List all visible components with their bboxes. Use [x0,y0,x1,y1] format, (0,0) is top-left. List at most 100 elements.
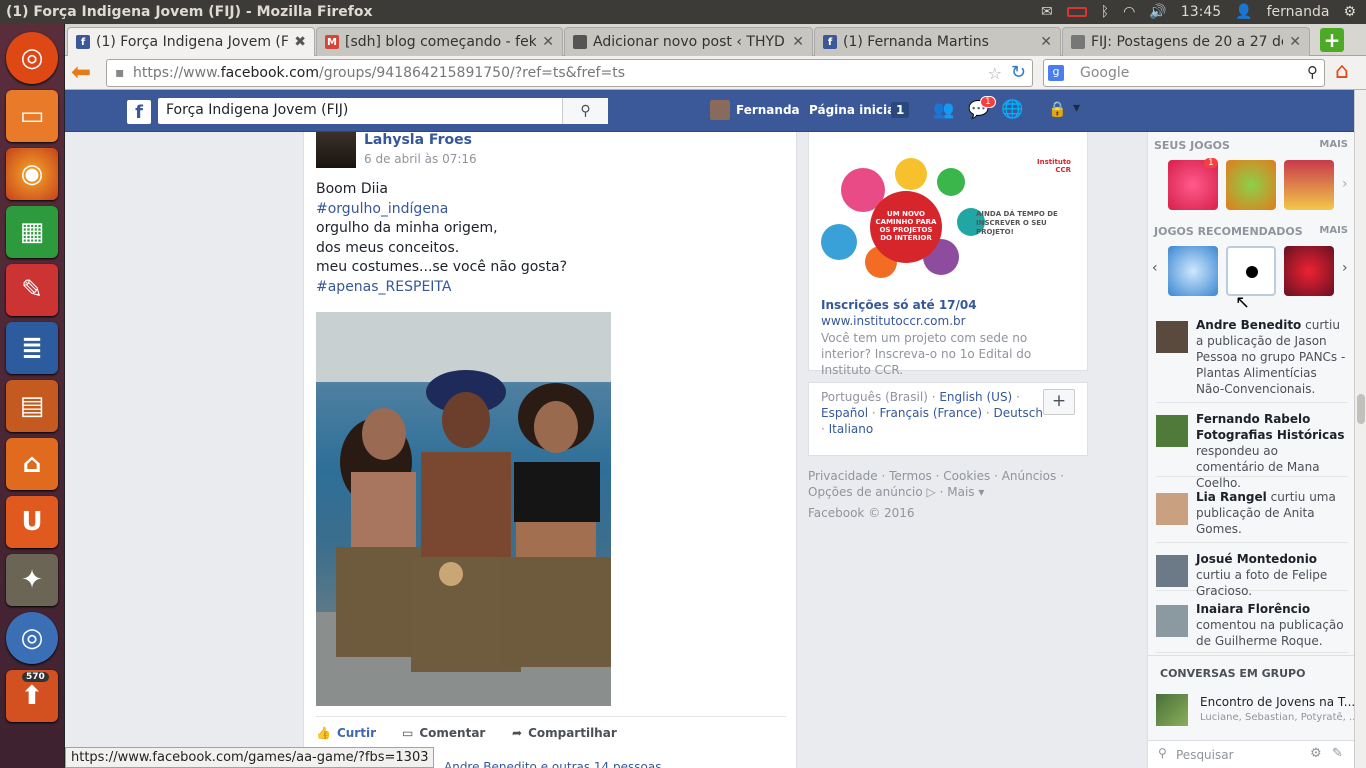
hashtag-link[interactable]: #orgulho_indígena [316,200,567,220]
privacy-shortcuts-icon[interactable]: 🔒 [1048,100,1067,118]
tab-sdh-blog[interactable]: M [sdh] blog começando - fek... ✕ [316,27,563,56]
ad-banner[interactable]: UM NOVO CAMINHO PARA OS PROJETOS DO INTE… [821,152,1075,285]
footer-link[interactable]: Anúncios [1002,469,1057,483]
footer-link[interactable]: Privacidade [808,469,878,483]
home-link[interactable]: Página inicial [809,103,899,117]
software-center-icon[interactable]: ⌂ [6,438,58,490]
ticker-item[interactable]: Fernando Rabelo Fotografias Históricas r… [1156,411,1348,490]
chat-search-bar[interactable]: ⚲ Pesquisar ⚙ ✎ [1148,740,1354,768]
post-photo[interactable] [316,312,611,706]
impress-icon[interactable]: ▤ [6,380,58,432]
language-french[interactable]: Français (France) [880,406,983,420]
tab-adicionar-post[interactable]: Adicionar novo post ‹ THYD... ✕ [564,27,813,56]
footer-link[interactable]: Cookies [943,469,990,483]
tab-fernanda-martins[interactable]: f (1) Fernanda Martins ✕ [814,27,1061,56]
comment-button[interactable]: ▭ Comentar [402,726,485,740]
back-arrow-icon[interactable]: ⬅ [71,60,99,86]
zuma-game-icon[interactable] [1226,160,1276,210]
reload-icon[interactable]: ↻ [1011,62,1026,83]
bluetooth-icon[interactable]: ᛒ [1101,4,1109,20]
share-button[interactable]: ➦ Compartilhar [512,726,617,740]
ad-url[interactable]: www.institutoccr.com.br [821,314,966,328]
facebook-logo-icon[interactable]: f [127,100,151,124]
chat-search-input[interactable]: Pesquisar [1176,748,1234,762]
millionaire-city-icon[interactable] [1284,160,1334,210]
chevron-right-icon[interactable]: › [1342,176,1348,192]
language-german[interactable]: Deutsch [994,406,1043,420]
user-name[interactable]: fernanda [1267,4,1330,20]
new-message-icon[interactable]: ✎ [1332,746,1343,761]
footer-link[interactable]: Termos [889,469,932,483]
hashtag-link[interactable]: #apenas_RESPEITA [316,278,567,298]
tab-forca-indigena[interactable]: f (1) Força Indigena Jovem (FIJ) ✖ [67,27,315,56]
profile-link[interactable]: Fernanda [736,103,800,117]
facebook-search-input[interactable]: Força Indigena Jovem (FIJ) [158,98,608,124]
gimp-icon[interactable]: ✦ [6,554,58,606]
battery-icon[interactable] [1066,7,1087,17]
angry-birds-friends-icon[interactable] [1284,246,1334,296]
language-english[interactable]: English (US) [939,390,1012,404]
author-avatar[interactable] [316,132,356,168]
wordpress-favicon-icon [573,35,587,49]
home-count-badge: 1 [891,102,910,118]
ticker-item[interactable]: Inaiara Florêncio comentou na publicação… [1156,601,1348,653]
search-icon[interactable]: ⚲ [1307,63,1318,81]
tab-fij-postagens[interactable]: FIJ: Postagens de 20 a 27 de... ✕ [1062,27,1310,56]
post-date[interactable]: 6 de abril às 07:16 [364,152,477,166]
user-icon[interactable]: 👤 [1235,4,1252,20]
facebook-search-button[interactable]: ⚲ [562,98,608,124]
notifications-globe-icon[interactable]: 🌐 [1001,99,1023,120]
avatar [1156,555,1188,587]
my-games-more-link[interactable]: MAIS [1319,139,1348,150]
close-tab-icon[interactable]: ✖ [294,34,306,50]
close-tab-icon[interactable]: ✕ [792,34,804,50]
like-button[interactable]: 👍 Curtir [316,726,376,740]
recommended-more-link[interactable]: MAIS [1319,225,1348,236]
ad-title[interactable]: Inscrições só até 17/04 [821,298,977,312]
search-engine-field[interactable]: g Google ⚲ [1043,59,1325,87]
power-icon[interactable]: ⚙ [1343,4,1356,20]
add-language-button[interactable]: + [1043,389,1075,415]
chromium-icon[interactable]: ◎ [6,612,58,664]
ubuntu-dash-icon[interactable]: ◎ [6,32,58,84]
calc-icon[interactable]: ▦ [6,206,58,258]
language-spanish[interactable]: Español [821,406,868,420]
footer-link[interactable]: Mais [947,485,974,499]
language-italian[interactable]: Italiano [829,422,874,436]
home-icon[interactable]: ⌂ [1335,59,1349,84]
page-scrollbar[interactable] [1354,90,1366,768]
clock[interactable]: 13:45 [1181,4,1221,20]
update-manager-icon[interactable]: ⬆ 570 [6,670,58,722]
url-bar[interactable]: ▪ https://www. facebook.com/groups/941864… [106,59,1033,87]
chevron-right-icon[interactable]: › [1342,260,1348,276]
close-tab-icon[interactable]: ✕ [542,34,554,50]
bookmark-star-icon[interactable]: ☆ [988,64,1002,83]
post-author[interactable]: Lahysla Froes [364,132,472,148]
likers-summary[interactable]: Andre Benedito e outras 14 pessoas [444,760,661,768]
files-icon[interactable]: ▭ [6,90,58,142]
mail-icon[interactable]: ✉ [1041,4,1053,20]
ticker-item[interactable]: Lia Rangel curtiu uma publicação de Anit… [1156,489,1348,543]
settings-icon[interactable]: ✎ [6,264,58,316]
group-chat-item[interactable]: Encontro de Jovens na T... Luciane, Seba… [1156,694,1354,728]
avatar[interactable] [710,100,730,120]
google-logo-icon[interactable]: g [1048,65,1064,81]
new-tab-button[interactable]: + [1320,28,1344,52]
ticker-item[interactable]: Andre Benedito curtiu a publicação de Ja… [1156,317,1348,403]
chevron-left-icon[interactable]: ‹ [1152,260,1158,276]
wifi-icon[interactable]: ◠ [1123,4,1135,20]
scrollbar-thumb[interactable] [1357,394,1365,424]
friend-requests-icon[interactable]: 👥 [933,100,954,120]
ubuntu-one-icon[interactable]: U [6,496,58,548]
writer-icon[interactable]: ≣ [6,322,58,374]
volume-icon[interactable]: 🔊 [1149,4,1166,20]
footer-link[interactable]: Opções de anúncio [808,485,923,499]
frozen-game-icon[interactable] [1168,246,1218,296]
firefox-icon[interactable]: ◉ [6,148,58,200]
chat-settings-icon[interactable]: ⚙ [1310,746,1322,761]
account-menu-icon[interactable]: ▾ [1073,100,1080,116]
aa-game-icon[interactable] [1226,246,1276,296]
ticker-item[interactable]: Josué Montedonio curtiu a foto de Felipe… [1156,551,1348,598]
close-tab-icon[interactable]: ✕ [1289,34,1301,50]
close-tab-icon[interactable]: ✕ [1040,34,1052,50]
